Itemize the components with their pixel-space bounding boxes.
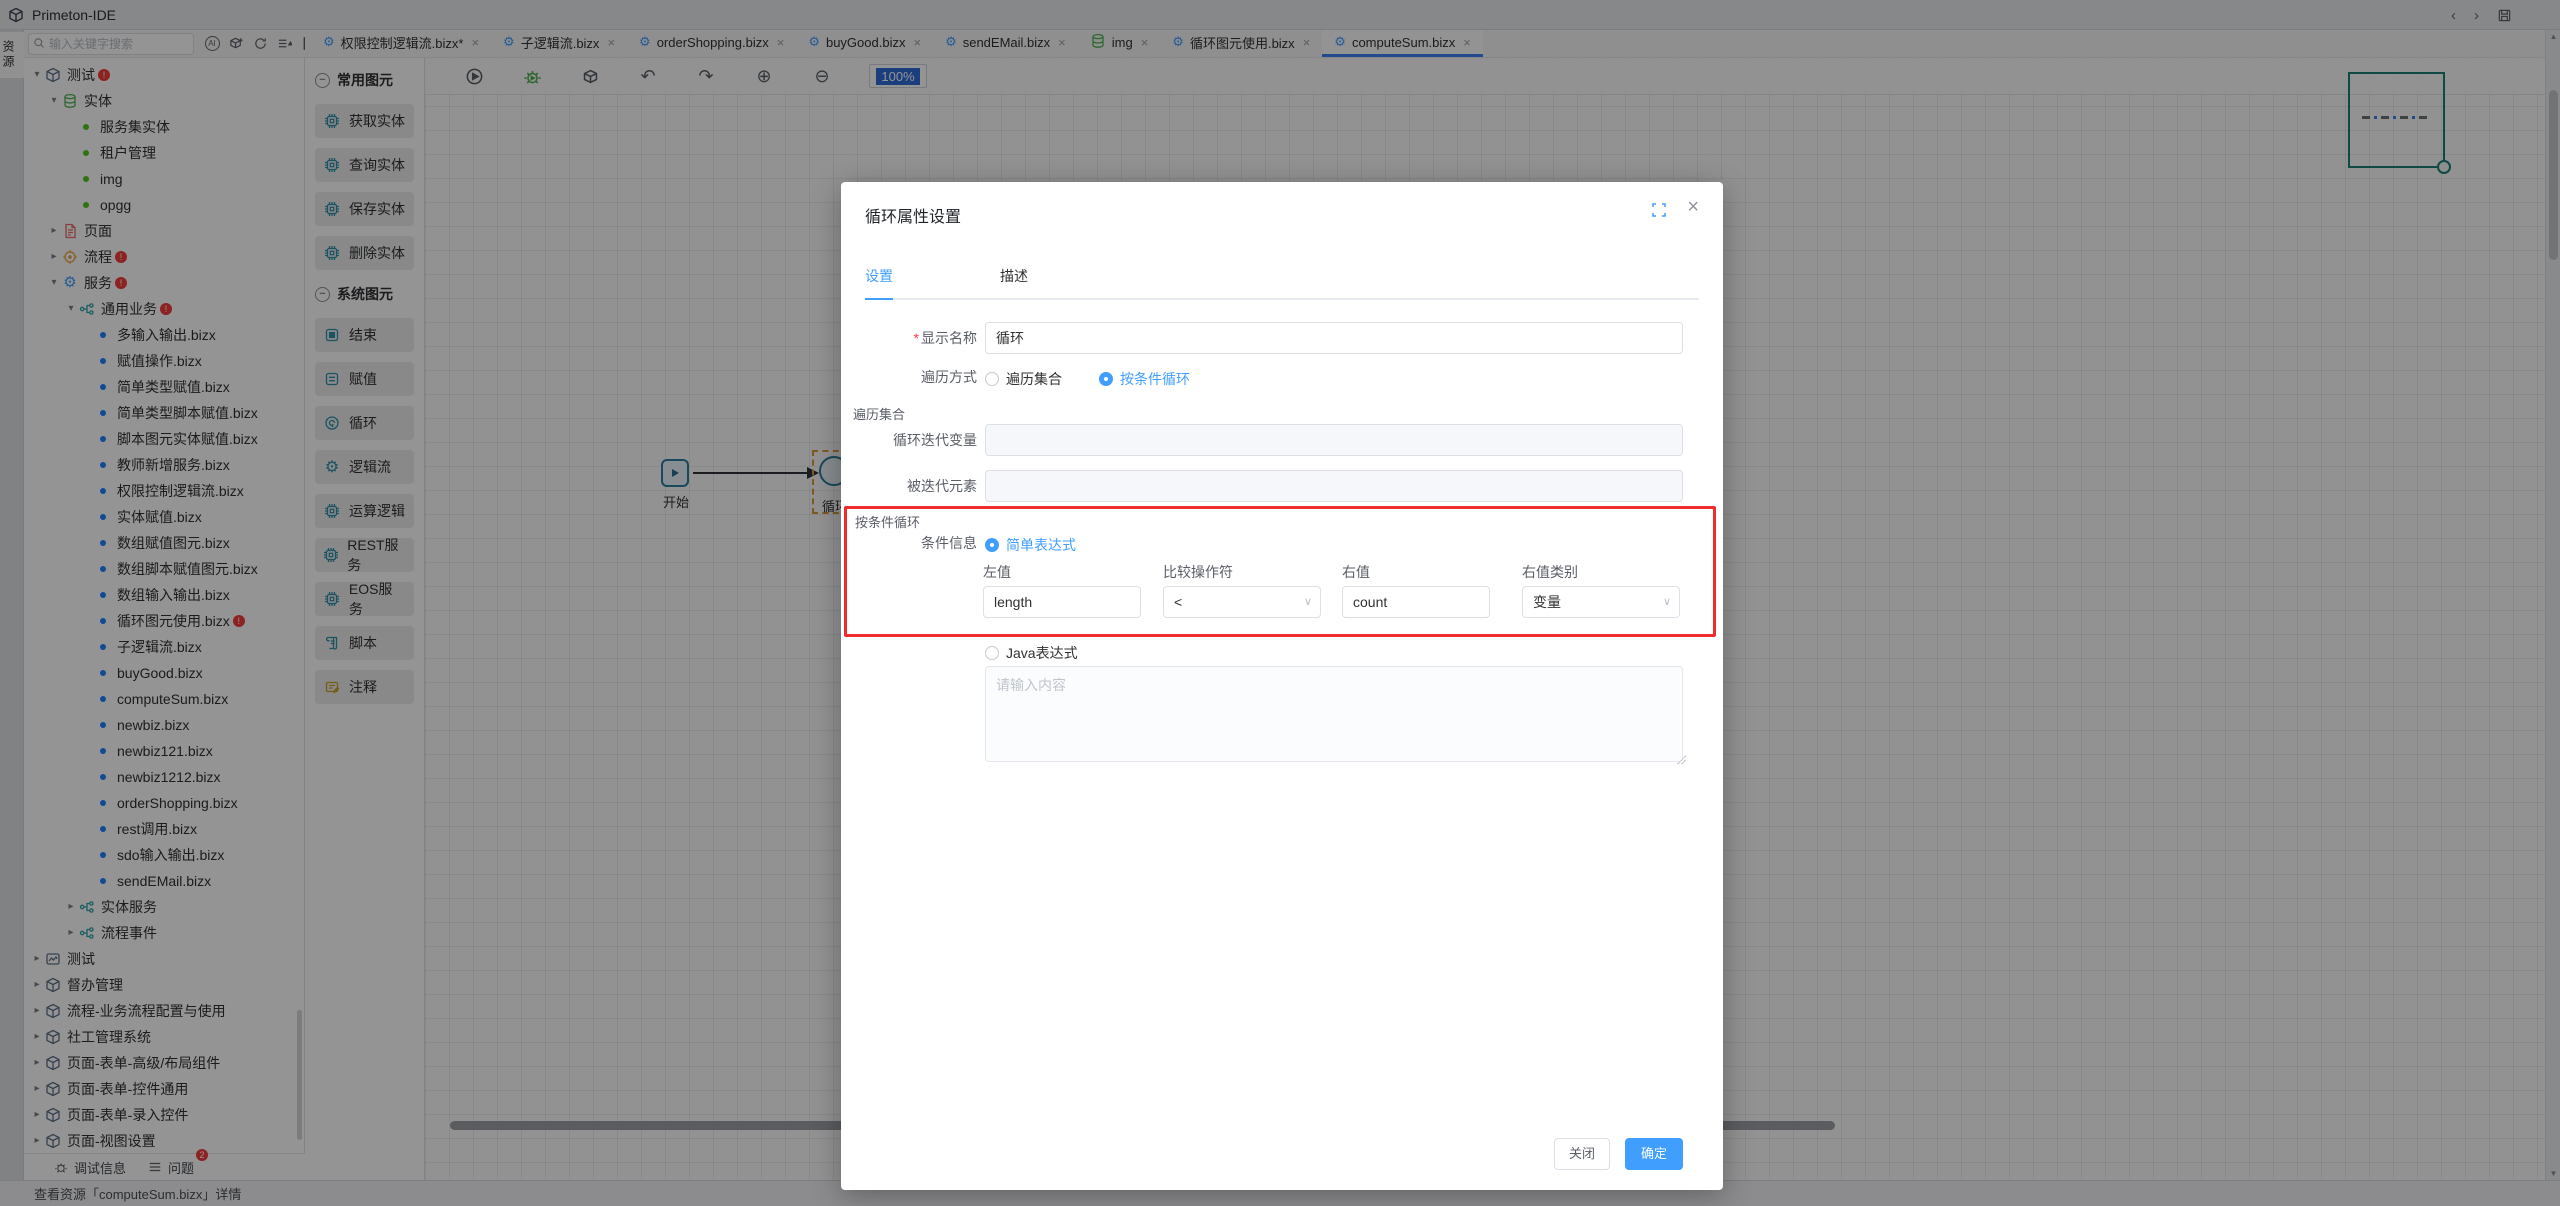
dialog-tabs: 设置 描述 <box>865 260 1699 300</box>
iter-var-input[interactable] <box>985 424 1683 456</box>
right-value-type-header: 右值类别 <box>1522 562 1578 582</box>
radio-icon[interactable] <box>985 538 999 552</box>
left-value-input[interactable]: length <box>983 586 1141 618</box>
radio-traverse-collection[interactable]: 遍历集合 <box>985 369 1062 389</box>
operator-header: 比较操作符 <box>1163 562 1233 582</box>
iter-var-label: 循环迭代变量 <box>841 424 977 456</box>
display-name-label: 显示名称 <box>921 330 977 346</box>
radio-icon[interactable] <box>985 646 999 660</box>
condition-info-row: 条件信息 简单表达式 <box>841 534 1723 554</box>
java-expression-row: Java表达式 <box>841 642 1723 662</box>
right-value-type-select[interactable]: 变量∨ <box>1522 586 1680 618</box>
fullscreen-icon[interactable] <box>1651 202 1667 218</box>
iterated-element-label: 被迭代元素 <box>841 470 977 502</box>
close-button[interactable]: 关闭 <box>1554 1138 1610 1170</box>
condition-section-label: 按条件循环 <box>855 512 920 531</box>
radio-icon[interactable] <box>1099 372 1113 386</box>
chevron-down-icon: ∨ <box>1663 587 1671 617</box>
operator-select[interactable]: <∨ <box>1163 586 1321 618</box>
app-window: Primeton-IDE ‹ › 资源 AI ▾测试!▾实体服务集实体租户管理i… <box>0 0 2560 1206</box>
loop-properties-dialog: 循环属性设置 × 设置 描述 *显示名称 循环 遍历方式 遍历集合 按条件循环 <box>841 182 1723 1190</box>
collection-section-label: 遍历集合 <box>853 404 905 423</box>
right-value-header: 右值 <box>1342 562 1370 582</box>
radio-java-expression[interactable]: Java表达式 <box>985 643 1078 663</box>
chevron-down-icon: ∨ <box>1304 587 1312 617</box>
radio-simple-expression[interactable]: 简单表达式 <box>985 535 1076 555</box>
radio-icon[interactable] <box>985 372 999 386</box>
java-expression-textarea[interactable]: 请输入内容 <box>985 666 1683 762</box>
textarea-resize-grip[interactable] <box>1676 754 1686 764</box>
condition-info-label: 条件信息 <box>841 534 977 552</box>
close-icon[interactable]: × <box>1687 196 1699 219</box>
iterated-element-input[interactable] <box>985 470 1683 502</box>
radio-loop-by-condition[interactable]: 按条件循环 <box>1099 369 1190 389</box>
traverse-mode-row: 遍历方式 遍历集合 按条件循环 <box>841 368 1723 390</box>
right-value-input[interactable]: count <box>1342 586 1490 618</box>
tab-settings[interactable]: 设置 <box>865 260 893 300</box>
tab-description[interactable]: 描述 <box>1000 260 1028 300</box>
traverse-mode-label: 遍历方式 <box>841 368 977 386</box>
left-value-header: 左值 <box>983 562 1011 582</box>
display-name-input[interactable]: 循环 <box>985 322 1683 354</box>
confirm-button[interactable]: 确定 <box>1625 1138 1683 1170</box>
dialog-title: 循环属性设置 <box>865 203 961 227</box>
